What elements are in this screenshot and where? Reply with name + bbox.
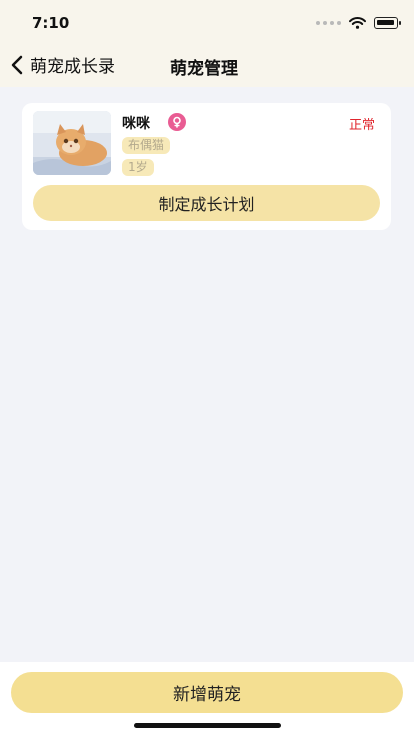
page-title: 萌宠管理 [170,59,238,79]
status-icons [316,17,401,29]
signal-dots-icon [316,21,341,25]
battery-icon [374,17,401,29]
growth-plan-button[interactable]: 制定成长计划 [33,185,380,221]
chevron-left-icon [11,55,23,74]
pet-name: 咪咪 [122,116,150,132]
add-pet-button[interactable]: 新增萌宠 [11,672,403,713]
pet-card[interactable]: 咪咪 正常 布偶猫 1岁 制定成长计划 [22,103,391,230]
breed-tag: 布偶猫 [122,137,171,154]
wifi-icon [349,17,366,29]
status-badge: 正常 [348,118,375,133]
pet-photo [33,111,111,175]
status-time: 7:10 [32,14,70,32]
screen: 7:10 萌宠成长录 萌宠管理 咪咪 正常 布偶猫 1岁 制定成长计划 新增萌宠 [0,0,414,736]
home-indicator [134,723,281,728]
back-label: 萌宠成长录 [30,57,115,77]
age-tag: 1岁 [122,159,154,176]
female-icon [168,113,186,131]
header-area: 7:10 萌宠成长录 萌宠管理 [0,0,414,87]
back-button[interactable]: 萌宠成长录 [10,52,115,77]
bottom-bar: 新增萌宠 [0,662,414,736]
